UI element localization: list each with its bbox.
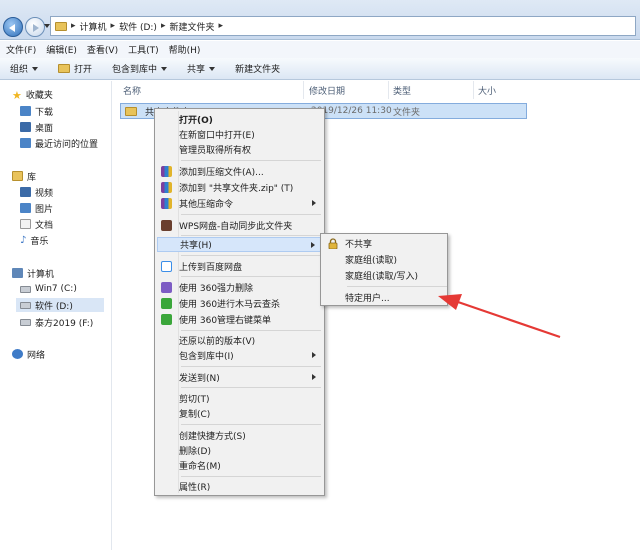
annotation-arrow-line (457, 300, 561, 339)
annotation-arrow-head (438, 294, 462, 310)
annotation-arrow-overlay (438, 294, 561, 339)
